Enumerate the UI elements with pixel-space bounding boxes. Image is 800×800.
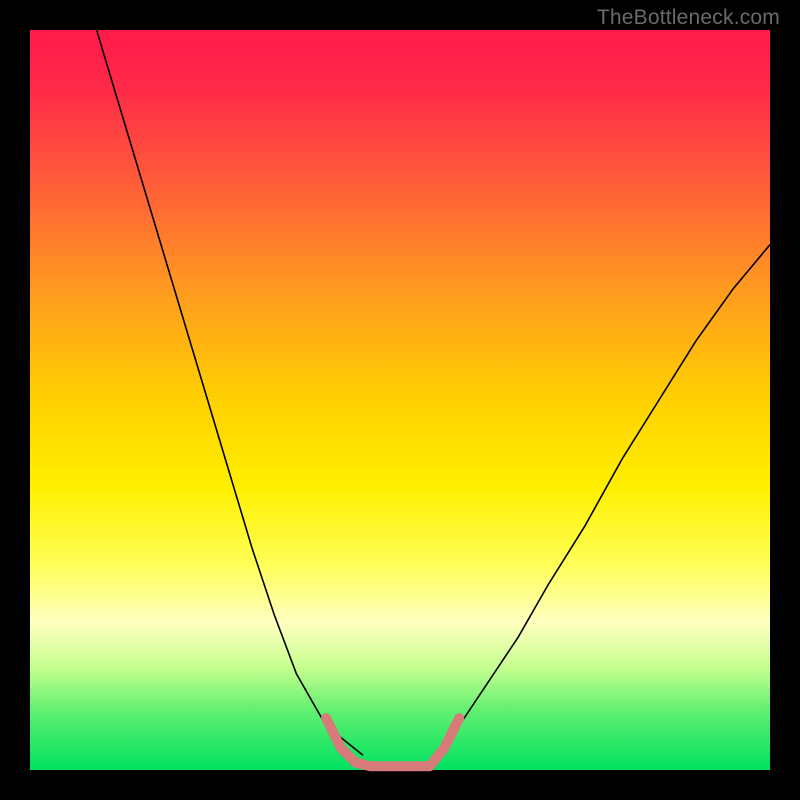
plot-svg <box>0 0 800 800</box>
watermark-text: TheBottleneck.com <box>597 6 780 30</box>
chart-stage: TheBottleneck.com <box>0 0 800 800</box>
